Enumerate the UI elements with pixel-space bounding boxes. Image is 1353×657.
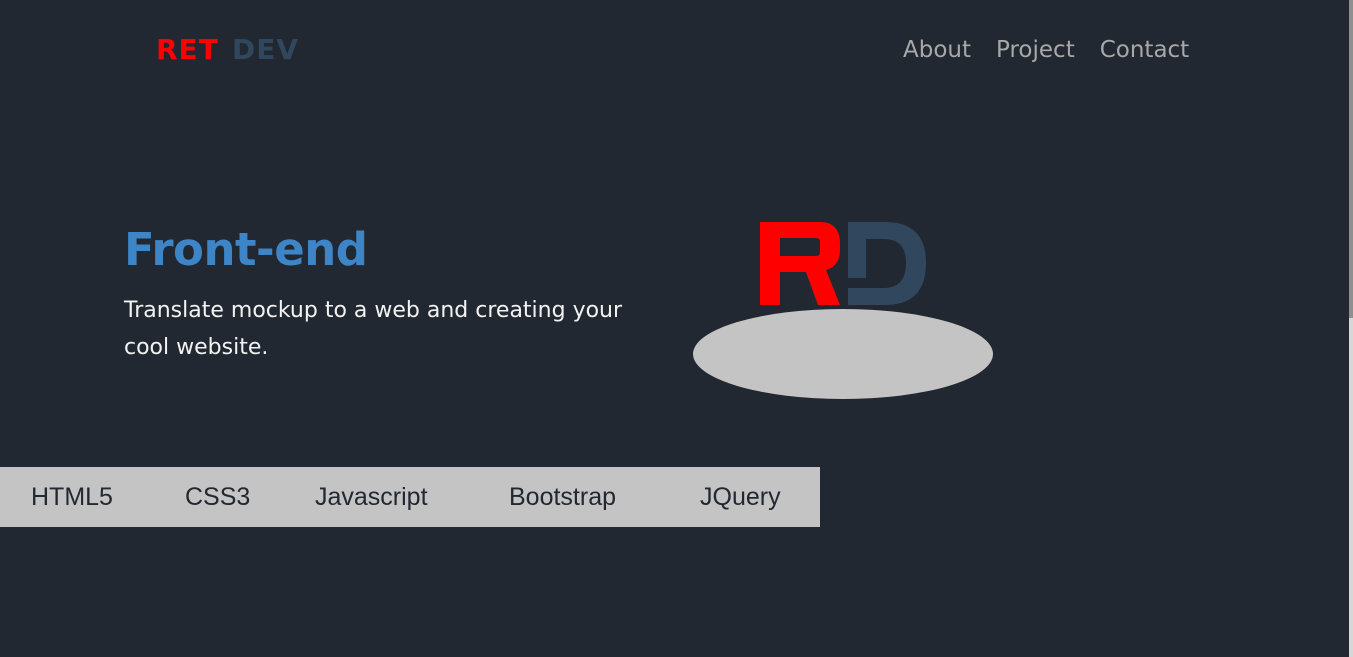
nav-link-about[interactable]: About xyxy=(903,34,971,66)
illustration-shadow-ellipse xyxy=(693,309,993,399)
skill-javascript: Javascript xyxy=(315,483,428,511)
rd-letter-d xyxy=(848,222,926,305)
skill-html5: HTML5 xyxy=(31,483,113,511)
logo-text-ret: RET xyxy=(156,33,219,66)
main-nav: About Project Contact xyxy=(903,34,1189,66)
nav-link-project[interactable]: Project xyxy=(996,34,1075,66)
rd-letter-r xyxy=(760,222,840,305)
page: RET DEV About Project Contact Front-end … xyxy=(0,0,1353,657)
rd-logo-illustration: RD xyxy=(760,222,926,305)
skill-bootstrap: Bootstrap xyxy=(509,483,617,511)
logo-text-dev: DEV xyxy=(232,33,300,66)
skills-bar: HTML5 CSS3 Javascript Bootstrap JQuery xyxy=(0,467,820,527)
site-logo[interactable]: RET DEV xyxy=(156,34,316,64)
scrollbar-thumb[interactable] xyxy=(1349,0,1353,318)
nav-link-contact[interactable]: Contact xyxy=(1100,34,1189,66)
hero-description: Translate mockup to a web and creating y… xyxy=(124,298,623,360)
skill-jquery: JQuery xyxy=(700,483,781,511)
skill-css3: CSS3 xyxy=(185,483,251,511)
hero-title: Front-end xyxy=(124,223,368,276)
